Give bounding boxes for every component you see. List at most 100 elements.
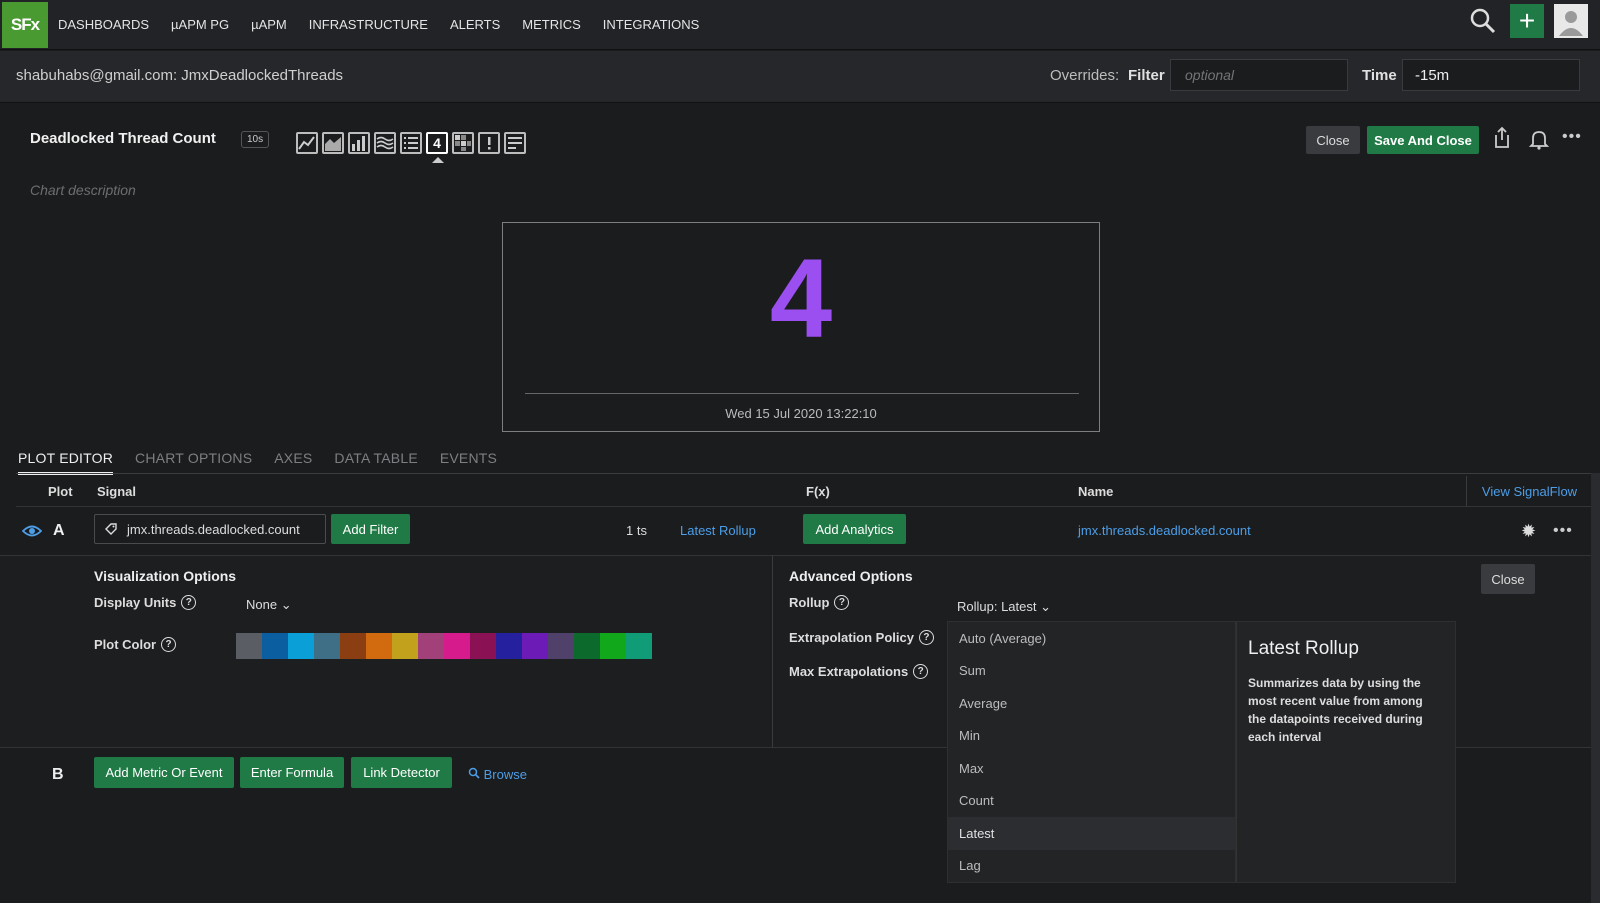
bell-icon[interactable] — [1528, 128, 1550, 153]
page-header: shabuhabs@gmail.com: JmxDeadlockedThread… — [0, 51, 1600, 103]
column-header-fx: F(x) — [806, 484, 830, 499]
link-detector-button[interactable]: Link Detector — [351, 757, 452, 788]
color-swatch[interactable] — [288, 633, 314, 659]
color-swatch[interactable] — [366, 633, 392, 659]
view-signalflow-link[interactable]: View SignalFlow — [1466, 476, 1592, 506]
plot-color-text: Plot Color — [94, 637, 157, 652]
plot-name-link[interactable]: jmx.threads.deadlocked.count — [1078, 523, 1251, 538]
text-icon[interactable] — [504, 132, 526, 154]
nav-dashboards[interactable]: DASHBOARDS — [58, 17, 149, 32]
line-chart-icon[interactable] — [296, 132, 318, 154]
nav-integrations[interactable]: INTEGRATIONS — [603, 17, 700, 32]
color-swatch[interactable] — [314, 633, 340, 659]
rollup-option[interactable]: Latest — [948, 817, 1235, 850]
tab-events[interactable]: EVENTS — [440, 450, 497, 475]
share-icon[interactable] — [1492, 126, 1512, 153]
color-swatch[interactable] — [522, 633, 548, 659]
nav-infrastructure[interactable]: INFRASTRUCTURE — [309, 17, 428, 32]
color-swatch[interactable] — [496, 633, 522, 659]
color-swatch[interactable] — [418, 633, 444, 659]
tab-axes[interactable]: AXES — [274, 450, 312, 475]
rollup-value: Rollup: Latest — [957, 599, 1037, 614]
nav-apm-pg[interactable]: µAPM PG — [171, 17, 229, 32]
save-and-close-button[interactable]: Save And Close — [1367, 126, 1479, 154]
help-icon[interactable]: ? — [834, 595, 850, 610]
more-options-icon[interactable]: ••• — [1553, 522, 1573, 540]
help-icon[interactable]: ? — [918, 630, 934, 645]
close-options-button[interactable]: Close — [1481, 564, 1535, 594]
browse-link[interactable]: Browse — [468, 767, 527, 782]
resolution-badge: 10s — [241, 131, 270, 148]
add-metric-or-event-button[interactable]: Add Metric Or Event — [94, 757, 234, 788]
histogram-icon[interactable] — [374, 132, 396, 154]
browse-label: Browse — [483, 767, 527, 782]
tab-chart-options[interactable]: CHART OPTIONS — [135, 450, 252, 475]
search-icon[interactable] — [1466, 4, 1500, 38]
chart-title[interactable]: Deadlocked Thread Count — [30, 130, 216, 147]
visualization-options-title: Visualization Options — [94, 568, 237, 584]
rollup-option[interactable]: Auto (Average) — [948, 622, 1235, 655]
scrollbar[interactable] — [1591, 473, 1600, 903]
rollup-link[interactable]: Latest Rollup — [680, 523, 756, 538]
color-swatch[interactable] — [574, 633, 600, 659]
visualization-type-bar: 4 — [296, 132, 526, 154]
nav-alerts[interactable]: ALERTS — [450, 17, 500, 32]
color-swatch[interactable] — [392, 633, 418, 659]
rollup-option[interactable]: Max — [948, 752, 1235, 785]
list-icon[interactable] — [400, 132, 422, 154]
rollup-info-title: Latest Rollup — [1248, 638, 1359, 659]
tab-plot-editor[interactable]: PLOT EDITOR — [18, 450, 114, 475]
color-swatch[interactable] — [470, 633, 496, 659]
time-input[interactable] — [1402, 59, 1580, 91]
event-feed-icon[interactable] — [478, 132, 500, 154]
heatmap-icon[interactable] — [452, 132, 474, 154]
single-value-chart: 4 Wed 15 Jul 2020 13:22:10 — [502, 222, 1100, 432]
color-swatch[interactable] — [340, 633, 366, 659]
chevron-down-icon: ⌄ — [280, 597, 292, 612]
help-icon[interactable]: ? — [161, 637, 177, 652]
filter-input[interactable] — [1170, 59, 1348, 91]
add-icon[interactable]: + — [1510, 4, 1544, 38]
value-timestamp: Wed 15 Jul 2020 13:22:10 — [725, 406, 877, 421]
plot-color-label: Plot Color ? — [94, 637, 177, 652]
help-icon[interactable]: ? — [181, 595, 197, 610]
enter-formula-button[interactable]: Enter Formula — [240, 757, 344, 788]
tab-data-table[interactable]: DATA TABLE — [334, 450, 417, 475]
editor-tabs: PLOT EDITOR CHART OPTIONS AXES DATA TABL… — [18, 450, 497, 475]
advanced-options-title: Advanced Options — [789, 568, 913, 584]
single-value-icon[interactable]: 4 — [426, 132, 448, 154]
add-filter-button[interactable]: Add Filter — [331, 514, 410, 544]
rollup-option[interactable]: Sum — [948, 655, 1235, 688]
rollup-option[interactable]: Lag — [948, 850, 1235, 883]
gear-icon[interactable]: ✹ — [1521, 521, 1536, 542]
more-options-icon[interactable]: ••• — [1562, 128, 1582, 146]
color-swatch[interactable] — [600, 633, 626, 659]
plot-letter-a: A — [53, 522, 65, 539]
help-icon[interactable]: ? — [913, 664, 929, 679]
color-swatch[interactable] — [236, 633, 262, 659]
rollup-option[interactable]: Average — [948, 687, 1235, 720]
column-chart-icon[interactable] — [348, 132, 370, 154]
color-swatch[interactable] — [626, 633, 652, 659]
rollup-label: Rollup ? — [789, 595, 850, 610]
rollup-select[interactable]: Rollup: Latest ⌄ — [957, 599, 1051, 615]
chart-description-field[interactable]: Chart description — [30, 182, 136, 198]
color-swatch[interactable] — [444, 633, 470, 659]
nav-apm[interactable]: µAPM — [251, 17, 287, 32]
color-swatch[interactable] — [262, 633, 288, 659]
avatar[interactable] — [1554, 4, 1588, 38]
nav-metrics[interactable]: METRICS — [522, 17, 581, 32]
rollup-option[interactable]: Count — [948, 785, 1235, 818]
max-extrapolations-label: Max Extrapolations ? — [789, 664, 929, 679]
eye-icon[interactable] — [21, 524, 43, 541]
signalfx-logo[interactable]: SFx — [2, 1, 48, 48]
chevron-down-icon: ⌄ — [1040, 599, 1052, 614]
color-swatch[interactable] — [548, 633, 574, 659]
display-units-select[interactable]: None ⌄ — [246, 597, 292, 613]
close-button[interactable]: Close — [1306, 126, 1360, 154]
signal-input[interactable]: jmx.threads.deadlocked.count — [94, 514, 326, 544]
area-chart-icon[interactable] — [322, 132, 344, 154]
rollup-option[interactable]: Min — [948, 720, 1235, 753]
signal-value: jmx.threads.deadlocked.count — [127, 521, 300, 537]
add-analytics-button[interactable]: Add Analytics — [803, 514, 906, 544]
